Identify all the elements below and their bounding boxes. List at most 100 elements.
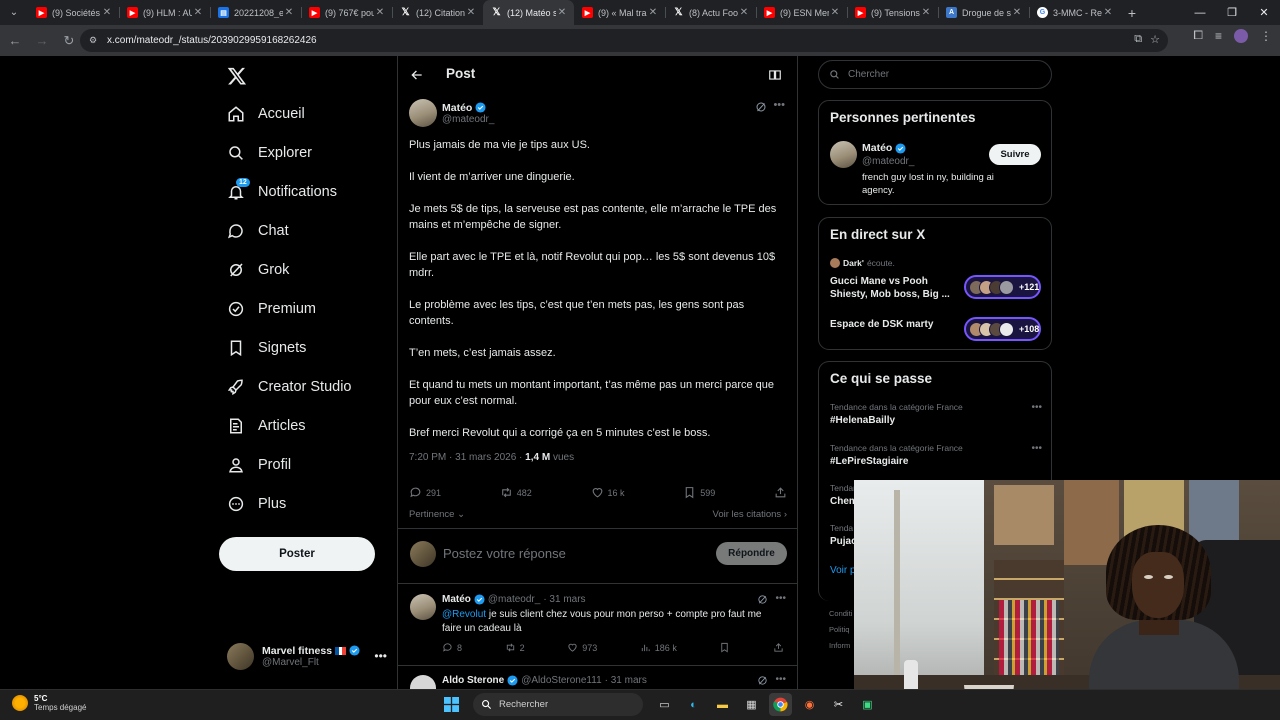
reply-author-name[interactable]: Matéo	[442, 594, 471, 605]
close-window-icon[interactable]: ✕	[1248, 0, 1280, 25]
weather-widget[interactable]: 5°C Temps dégagé	[12, 694, 86, 712]
like-button[interactable]: 16 k	[591, 486, 625, 499]
close-tab-icon[interactable]: ✕	[1011, 7, 1023, 18]
bookmark-button[interactable]: 599	[683, 486, 715, 499]
follow-button[interactable]: Suivre	[989, 144, 1041, 165]
share-button[interactable]	[773, 642, 784, 653]
close-tab-icon[interactable]: ✕	[556, 7, 568, 18]
grok-explain-icon[interactable]	[757, 594, 768, 605]
repost-button[interactable]: 482	[500, 486, 532, 499]
browser-tab[interactable]: G 3-MMC - Re ✕	[1029, 0, 1120, 25]
browser-tab[interactable]: 𝕏 (12) Citation ✕	[392, 0, 483, 25]
nav-home[interactable]: Accueil	[227, 99, 305, 129]
browser-tab[interactable]: ▶ (9) HLM : AU ✕	[119, 0, 210, 25]
author-name[interactable]: Matéo	[442, 102, 472, 114]
nav-notifications[interactable]: 12 Notifications	[227, 177, 337, 207]
taskbar-search[interactable]: Rechercher	[473, 693, 643, 716]
browser-tab[interactable]: ▶ (9) ESN Mer ✕	[756, 0, 847, 25]
reply-button[interactable]: 8	[442, 642, 462, 653]
reply-button[interactable]: 291	[409, 486, 441, 499]
repost-button[interactable]: 2	[505, 642, 525, 653]
browser-tab[interactable]: 𝕏 (8) Actu Foo ✕	[665, 0, 756, 25]
views-button[interactable]: 186 k	[640, 642, 677, 653]
tweet-timestamp[interactable]: 7:20 PM · 31 mars 2026 · 1,4 M vues	[409, 452, 574, 463]
reply-author-name[interactable]: Aldo Sterone	[442, 675, 504, 686]
app-icon[interactable]: ▣	[856, 693, 879, 716]
x-logo-icon[interactable]	[227, 66, 247, 86]
more-dots-icon[interactable]: •••	[374, 649, 387, 663]
more-dots-icon[interactable]: •••	[773, 99, 785, 111]
file-explorer-icon[interactable]: ▬	[711, 693, 734, 716]
store-icon[interactable]: ▦	[740, 693, 763, 716]
sort-dropdown[interactable]: Pertinence ⌄	[409, 509, 465, 520]
author-handle[interactable]: @mateodr_	[442, 114, 494, 125]
nav-explore[interactable]: Explorer	[227, 138, 312, 168]
tweet-author[interactable]: Matéo @mateodr_	[409, 99, 494, 127]
capcut-icon[interactable]: ✂	[827, 693, 850, 716]
space-join-pill[interactable]: +121	[964, 275, 1041, 299]
more-dots-icon[interactable]: •••	[775, 593, 786, 604]
avatar[interactable]	[410, 675, 436, 689]
bookmark-button[interactable]	[719, 642, 730, 653]
chrome-icon[interactable]	[769, 693, 792, 716]
maximize-icon[interactable]: ❐	[1216, 0, 1248, 25]
new-tab-button[interactable]: +	[1120, 5, 1144, 21]
more-dots-icon[interactable]: •••	[1031, 402, 1042, 413]
reply-tweet[interactable]: Aldo Sterone @AldoSterone111 · 31 mars •…	[398, 665, 798, 689]
browser-tab[interactable]: ▤ 20221208_e ✕	[210, 0, 301, 25]
close-tab-icon[interactable]: ✕	[738, 7, 750, 18]
grok-explain-icon[interactable]	[757, 675, 768, 686]
grok-explain-icon[interactable]	[755, 101, 767, 113]
nav-bookmarks[interactable]: Signets	[227, 333, 306, 363]
space-join-pill[interactable]: +108	[964, 317, 1041, 341]
close-tab-icon[interactable]: ✕	[101, 7, 113, 18]
firefox-icon[interactable]: ◉	[798, 693, 821, 716]
forward-icon[interactable]: →	[30, 29, 54, 53]
task-view-icon[interactable]: ▭	[653, 693, 676, 716]
media-icon[interactable]: ≡	[1215, 29, 1222, 43]
close-tab-icon[interactable]: ✕	[465, 7, 477, 18]
nav-articles[interactable]: Articles	[227, 411, 306, 441]
browser-tab-active[interactable]: 𝕏 (12) Matéo s ✕	[483, 0, 574, 25]
edge-icon[interactable]: ◐	[682, 693, 705, 716]
menu-icon[interactable]: ⋮	[1260, 29, 1272, 43]
reply-submit-button[interactable]: Répondre	[716, 542, 787, 565]
account-switcher[interactable]: Marvel fitness @Marvel_Flt •••	[227, 639, 387, 673]
like-button[interactable]: 973	[567, 642, 597, 653]
close-tab-icon[interactable]: ✕	[647, 7, 659, 18]
avatar[interactable]	[409, 99, 437, 127]
search-input[interactable]: Chercher	[818, 60, 1052, 89]
extensions-icon[interactable]: ⧠	[1193, 28, 1203, 43]
view-quotes-link[interactable]: Voir les citations ›	[713, 509, 787, 520]
person-name[interactable]: Matéo	[862, 142, 892, 154]
site-info-icon[interactable]: ⚙	[86, 34, 100, 48]
reader-mode-icon[interactable]	[768, 68, 782, 82]
trend-item[interactable]: Tendance dans la catégorie France #Helen…	[830, 402, 1042, 426]
back-arrow-icon[interactable]	[410, 68, 424, 82]
windows-start-icon[interactable]	[440, 693, 463, 716]
close-tab-icon[interactable]: ✕	[920, 7, 932, 18]
bookmark-star-icon[interactable]: ☆	[1150, 33, 1160, 46]
space-title[interactable]: Espace de DSK marty	[830, 318, 960, 331]
close-tab-icon[interactable]: ✕	[374, 7, 386, 18]
browser-tab[interactable]: A Drogue de s ✕	[938, 0, 1029, 25]
browser-tab[interactable]: ▶ (9) Sociétés ✕	[28, 0, 119, 25]
close-tab-icon[interactable]: ✕	[283, 7, 295, 18]
nav-chat[interactable]: Chat	[227, 216, 289, 246]
close-tab-icon[interactable]: ✕	[192, 7, 204, 18]
browser-tab[interactable]: ▶ (9) Tensions ✕	[847, 0, 938, 25]
more-dots-icon[interactable]: •••	[775, 674, 786, 685]
avatar[interactable]	[830, 141, 857, 168]
reply-input[interactable]: Postez votre réponse	[443, 546, 566, 561]
close-tab-icon[interactable]: ✕	[1102, 7, 1114, 18]
nav-more[interactable]: Plus	[227, 489, 286, 519]
browser-tab[interactable]: ▶ (9) 767€ pou ✕	[301, 0, 392, 25]
nav-grok[interactable]: Grok	[227, 255, 289, 285]
share-button[interactable]	[774, 486, 787, 499]
more-dots-icon[interactable]: •••	[1031, 443, 1042, 454]
minimize-icon[interactable]: —	[1184, 0, 1216, 25]
avatar[interactable]	[410, 594, 436, 620]
reload-icon[interactable]: ↻	[57, 29, 81, 53]
trend-item[interactable]: Tendance dans la catégorie France #LePir…	[830, 443, 1042, 467]
nav-creator-studio[interactable]: Creator Studio	[227, 372, 352, 402]
